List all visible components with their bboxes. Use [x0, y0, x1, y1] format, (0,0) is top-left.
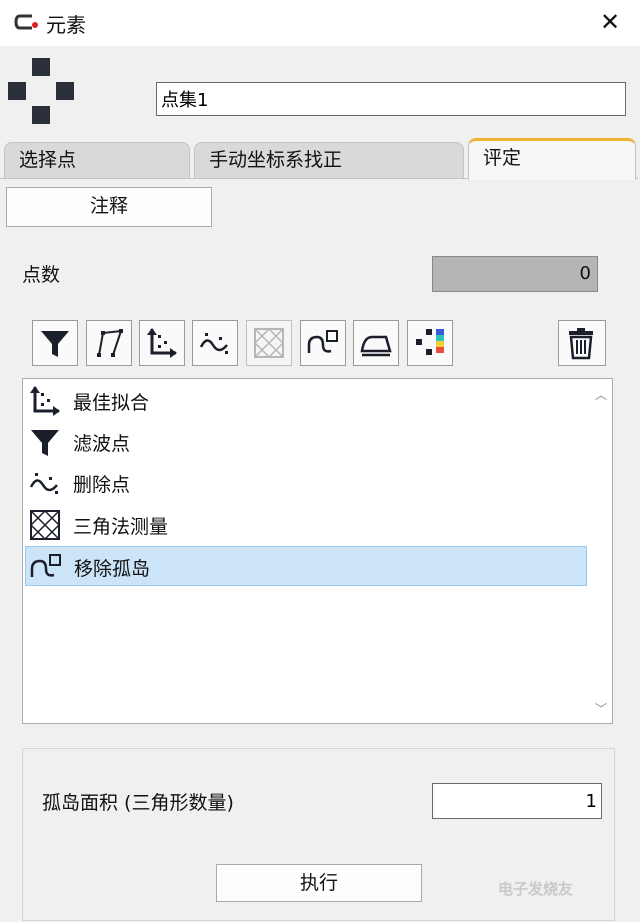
island-area-input[interactable]: [432, 783, 602, 819]
tab-evaluate[interactable]: 评定: [468, 138, 636, 180]
triangulation-icon: [254, 328, 284, 358]
point-cloud-icon: [8, 58, 74, 124]
execute-button[interactable]: 执行: [216, 864, 422, 902]
remove-islands-button[interactable]: [300, 320, 346, 366]
tab-manual-alignment[interactable]: 手动坐标系找正: [194, 142, 464, 178]
operation-list[interactable]: 最佳拟合 滤波点 删除点 三角法测量 移除孤岛: [22, 378, 613, 724]
point-count-label: 点数: [22, 264, 61, 286]
polyline-icon: [97, 329, 123, 357]
smooth-button[interactable]: [353, 320, 399, 366]
list-item-label: 移除孤岛: [74, 558, 151, 580]
best-fit-icon: [147, 328, 177, 358]
remove-islands-icon: [307, 330, 338, 353]
list-item-label: 删除点: [73, 474, 131, 496]
delete-points-button[interactable]: [192, 320, 238, 366]
remove-islands-icon: [30, 554, 61, 577]
trash-icon: [569, 328, 593, 360]
annotation-button[interactable]: 注释: [6, 187, 212, 227]
list-item[interactable]: 移除孤岛: [25, 546, 587, 586]
title-bar: [0, 0, 640, 46]
filter-button[interactable]: [32, 320, 78, 366]
iron-icon: [360, 335, 392, 357]
list-item[interactable]: 三角法测量: [25, 505, 587, 545]
list-item-label: 三角法测量: [73, 516, 169, 538]
scroll-up-icon[interactable]: ︿: [594, 386, 608, 402]
element-name-input[interactable]: [156, 82, 626, 116]
best-fit-icon: [30, 386, 60, 416]
funnel-icon: [41, 331, 69, 357]
triangulation-button[interactable]: [246, 320, 292, 366]
polyline-button[interactable]: [86, 320, 132, 366]
island-area-label: 孤岛面积 (三角形数量): [42, 792, 234, 814]
color-map-icon: [416, 329, 444, 355]
close-button[interactable]: ✕: [596, 6, 624, 38]
window-title: 元素: [46, 13, 86, 37]
watermark: 电子发烧友: [498, 880, 574, 898]
list-item-label: 滤波点: [73, 433, 131, 455]
delete-button[interactable]: [558, 320, 606, 366]
triangulation-icon: [30, 510, 60, 540]
scroll-down-icon[interactable]: ﹀: [594, 700, 608, 716]
color-map-button[interactable]: [407, 320, 453, 366]
list-item[interactable]: 删除点: [25, 463, 587, 503]
delete-points-icon: [29, 473, 58, 494]
list-item[interactable]: 滤波点: [25, 422, 587, 462]
point-count-value: 0: [432, 256, 598, 292]
list-item-label: 最佳拟合: [73, 392, 150, 414]
list-item[interactable]: 最佳拟合: [25, 381, 587, 421]
funnel-icon: [31, 430, 59, 456]
tab-select-points[interactable]: 选择点: [4, 142, 190, 178]
best-fit-button[interactable]: [139, 320, 185, 366]
delete-points-icon: [199, 333, 228, 354]
app-logo-icon: [14, 14, 38, 30]
